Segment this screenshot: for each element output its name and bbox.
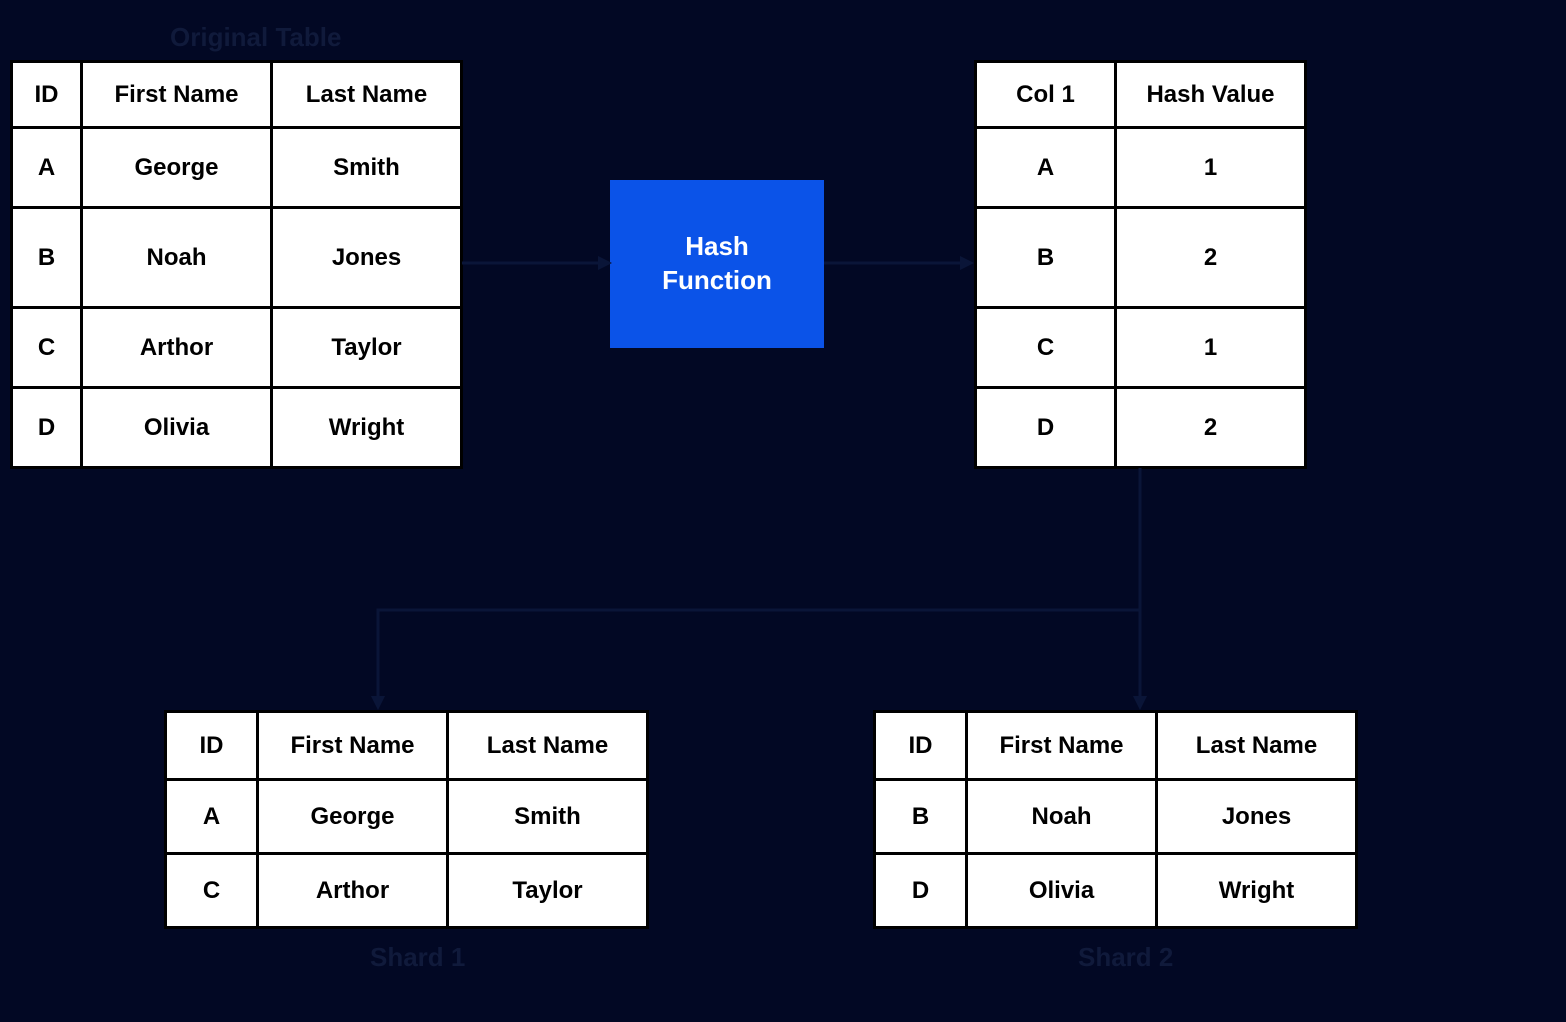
original-table: ID First Name Last Name AGeorgeSmith BNo… xyxy=(10,60,463,469)
shard2-header-first: First Name xyxy=(967,712,1157,780)
orig-cell: Olivia xyxy=(82,388,272,468)
shard1-header-last: Last Name xyxy=(448,712,648,780)
shard2-header-id: ID xyxy=(875,712,967,780)
orig-cell: B xyxy=(12,208,82,308)
shard1-cell: George xyxy=(258,780,448,854)
shard2-header-last: Last Name xyxy=(1157,712,1357,780)
shard2-cell: Noah xyxy=(967,780,1157,854)
shard2-table: ID First Name Last Name BNoahJones DOliv… xyxy=(873,710,1358,929)
shard1-cell: Arthor xyxy=(258,854,448,928)
orig-cell: Wright xyxy=(272,388,462,468)
orig-cell: D xyxy=(12,388,82,468)
orig-cell: George xyxy=(82,128,272,208)
arrowhead-hash-to-table xyxy=(960,256,974,270)
shard2-cell: D xyxy=(875,854,967,928)
orig-cell: Smith xyxy=(272,128,462,208)
orig-cell: Taylor xyxy=(272,308,462,388)
shard1-cell: Smith xyxy=(448,780,648,854)
orig-cell: C xyxy=(12,308,82,388)
shard1-label: Shard 1 xyxy=(370,942,465,973)
hash-cell: A xyxy=(976,128,1116,208)
shard2-cell: Olivia xyxy=(967,854,1157,928)
arrow-split-left xyxy=(378,468,1140,696)
hash-header-hash: Hash Value xyxy=(1116,62,1306,128)
shard1-cell: C xyxy=(166,854,258,928)
hash-cell: 1 xyxy=(1116,128,1306,208)
hash-function-box: Hash Function xyxy=(610,180,824,348)
hash-cell: 2 xyxy=(1116,388,1306,468)
shard1-cell: Taylor xyxy=(448,854,648,928)
shard1-header-first: First Name xyxy=(258,712,448,780)
orig-header-last: Last Name xyxy=(272,62,462,128)
orig-cell: A xyxy=(12,128,82,208)
diagram-canvas: Original Table Shard 1 Shard 2 ID First … xyxy=(0,0,1566,1022)
hash-cell: C xyxy=(976,308,1116,388)
hash-header-col1: Col 1 xyxy=(976,62,1116,128)
shard2-cell: B xyxy=(875,780,967,854)
orig-header-id: ID xyxy=(12,62,82,128)
shard1-header-id: ID xyxy=(166,712,258,780)
original-table-label: Original Table xyxy=(170,22,341,53)
hash-cell: D xyxy=(976,388,1116,468)
arrowhead-split-right xyxy=(1133,696,1147,710)
shard2-label: Shard 2 xyxy=(1078,942,1173,973)
shard2-cell: Jones xyxy=(1157,780,1357,854)
hash-cell: 2 xyxy=(1116,208,1306,308)
arrowhead-split-left xyxy=(371,696,385,710)
shard1-table: ID First Name Last Name AGeorgeSmith CAr… xyxy=(164,710,649,929)
orig-cell: Jones xyxy=(272,208,462,308)
orig-header-first: First Name xyxy=(82,62,272,128)
hash-cell: B xyxy=(976,208,1116,308)
shard1-cell: A xyxy=(166,780,258,854)
hash-value-table: Col 1 Hash Value A1 B2 C1 D2 xyxy=(974,60,1307,469)
orig-cell: Arthor xyxy=(82,308,272,388)
orig-cell: Noah xyxy=(82,208,272,308)
shard2-cell: Wright xyxy=(1157,854,1357,928)
hash-cell: 1 xyxy=(1116,308,1306,388)
